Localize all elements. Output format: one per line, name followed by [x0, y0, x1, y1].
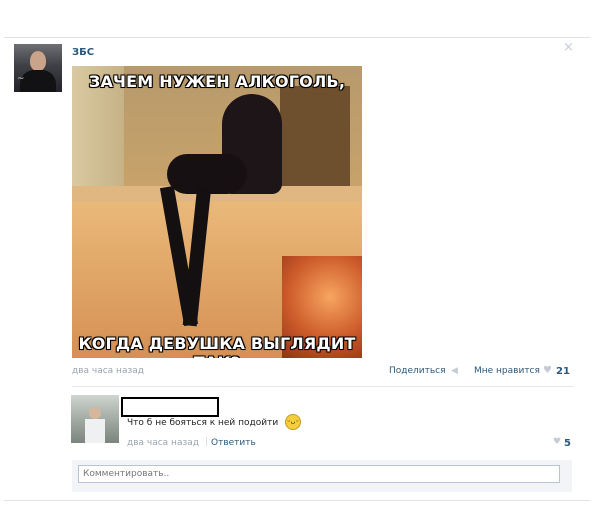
avatar-signature: ~	[17, 74, 25, 84]
redacted-commenter-name	[121, 397, 219, 417]
comment-box	[72, 460, 572, 492]
avatar-body	[20, 70, 56, 92]
meme-caption-top: ЗАЧЕМ НУЖЕН АЛКОГОЛЬ,	[88, 72, 346, 91]
reply-button[interactable]: Ответить	[211, 438, 256, 448]
like-button[interactable]: Мне нравится	[474, 366, 540, 376]
commenter-avatar-body	[85, 419, 105, 443]
like-count: 21	[556, 366, 570, 377]
commenter-avatar-head	[89, 407, 101, 419]
comment-text: Что б не бояться к ней подойти	[127, 418, 279, 428]
comment-time[interactable]: два часа назад	[127, 438, 199, 448]
author-name[interactable]: ЗБС	[72, 47, 94, 58]
divider	[72, 386, 574, 387]
post-time[interactable]: два часа назад	[72, 366, 144, 376]
meme-caption-bottom: КОГДА ДЕВУШКА ВЫГЛЯДИТ ТАК?	[78, 334, 356, 358]
laughing-emoji-icon: ᵕᴗᵕ	[285, 414, 301, 430]
post-image[interactable]: ЗАЧЕМ НУЖЕН АЛКОГОЛЬ, КОГДА ДЕВУШКА ВЫГЛ…	[72, 66, 362, 358]
avatar-head	[30, 51, 46, 71]
comment-input[interactable]	[78, 465, 560, 483]
comment-like-count: 5	[564, 438, 571, 449]
commenter-avatar[interactable]	[71, 395, 119, 443]
close-icon[interactable]: ×	[563, 40, 574, 55]
heart-icon[interactable]: ♥	[553, 437, 561, 447]
comment-meta-separator: |	[205, 437, 209, 447]
share-button[interactable]: Поделиться	[389, 366, 446, 376]
heart-icon[interactable]: ♥	[543, 365, 552, 376]
author-avatar[interactable]: ~	[14, 44, 62, 92]
megaphone-icon: ◀	[451, 366, 458, 376]
